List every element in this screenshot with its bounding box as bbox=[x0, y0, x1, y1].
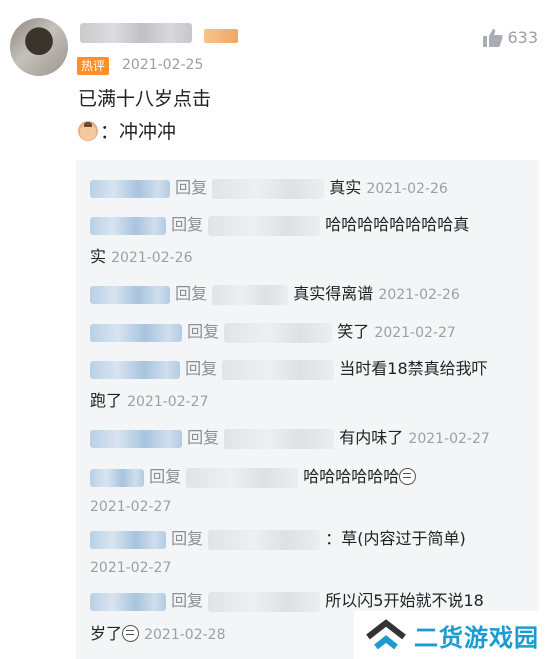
reply-item[interactable]: 回复 哈哈哈哈哈哈 bbox=[90, 467, 417, 488]
reply-item[interactable]: 回复 笑了 2021-02-27 bbox=[90, 322, 456, 343]
reply-date: 2021-02-27 bbox=[90, 560, 172, 576]
reply-date: 2021-02-26 bbox=[111, 250, 193, 266]
baby-face-emoji-icon bbox=[78, 121, 98, 141]
reply-user-blurred[interactable] bbox=[90, 323, 182, 342]
reply-date: 2021-02-26 bbox=[366, 181, 448, 197]
user-level-badge bbox=[204, 29, 238, 43]
reply-target-blurred[interactable] bbox=[208, 215, 321, 236]
reply-user-blurred[interactable] bbox=[90, 468, 144, 487]
reply-item[interactable]: 回复 有内味了 2021-02-27 bbox=[90, 428, 490, 449]
reply-item[interactable]: 回复 ：草(内容过于简单) bbox=[90, 529, 466, 550]
reply-word: 回复 bbox=[175, 178, 208, 197]
grin-emoji-icon bbox=[399, 468, 417, 485]
reply-target-blurred[interactable] bbox=[186, 467, 299, 488]
reply-item[interactable]: 回复 真实得离谱 2021-02-26 bbox=[90, 284, 460, 305]
reply-text: 真实 bbox=[329, 178, 362, 197]
reply-user-blurred[interactable] bbox=[90, 285, 170, 304]
reply-user-blurred[interactable] bbox=[90, 592, 166, 611]
comment-text-line-2-text: ：冲冲冲 bbox=[100, 121, 177, 143]
like-count: 633 bbox=[507, 28, 538, 47]
reply-text: 哈哈哈哈哈哈 bbox=[303, 467, 400, 486]
reply-user-blurred[interactable] bbox=[90, 179, 170, 198]
reply-text: 笑了 bbox=[337, 322, 370, 341]
reply-text: 当时看18禁真给我吓 bbox=[339, 359, 488, 378]
reply-target-blurred[interactable] bbox=[208, 529, 321, 550]
reply-item-continuation: 实 2021-02-26 bbox=[90, 247, 192, 268]
reply-text: 哈哈哈哈哈哈哈哈真 bbox=[325, 215, 470, 234]
reply-target-blurred[interactable] bbox=[224, 322, 333, 343]
comment-avatar[interactable] bbox=[10, 18, 68, 76]
reply-user-blurred[interactable] bbox=[90, 429, 182, 448]
watermark-text: 二货游戏园 bbox=[414, 623, 539, 652]
reply-word: 回复 bbox=[187, 322, 220, 341]
reply-text: 所以闪5开始就不说18 bbox=[325, 591, 484, 610]
reply-text-cont: 跑了 bbox=[90, 391, 123, 410]
reply-user-blurred[interactable] bbox=[90, 360, 180, 379]
comment-date: 2021-02-25 bbox=[122, 57, 204, 73]
reply-word: 回复 bbox=[187, 428, 220, 447]
reply-word: 回复 bbox=[171, 215, 204, 234]
reply-item-continuation: 跑了 2021-02-27 bbox=[90, 391, 208, 412]
reply-date: 2021-02-28 bbox=[144, 627, 226, 643]
reply-list: 回复 真实 2021-02-26 回复 哈哈哈哈哈哈哈哈真 实 2021-02-… bbox=[76, 160, 539, 659]
reply-user-blurred[interactable] bbox=[90, 216, 166, 235]
reply-item-continuation: 岁了 2021-02-28 bbox=[90, 624, 225, 645]
thumbs-up-icon bbox=[483, 28, 504, 47]
hot-comment-tag: 热评 bbox=[77, 57, 110, 75]
reply-target-blurred[interactable] bbox=[212, 284, 289, 305]
reply-item-continuation: 2021-02-27 bbox=[90, 496, 171, 517]
reply-text: 真实得离谱 bbox=[293, 284, 374, 303]
reply-item[interactable]: 回复 当时看18禁真给我吓 bbox=[90, 359, 488, 380]
username-blurred[interactable] bbox=[80, 23, 192, 43]
reply-target-blurred[interactable] bbox=[222, 359, 335, 380]
reply-word: 回复 bbox=[171, 591, 204, 610]
comment-text-line-1: 已满十八岁点击 bbox=[78, 88, 212, 110]
watermark: 二货游戏园 bbox=[354, 611, 554, 659]
reply-date: 2021-02-26 bbox=[378, 287, 460, 303]
reply-word: 回复 bbox=[171, 529, 204, 548]
double-chevron-logo-icon bbox=[366, 619, 406, 650]
reply-item[interactable]: 回复 所以闪5开始就不说18 bbox=[90, 591, 484, 612]
reply-text-cont: 实 bbox=[90, 247, 107, 266]
reply-date: 2021-02-27 bbox=[374, 325, 456, 341]
reply-item[interactable]: 回复 哈哈哈哈哈哈哈哈真 bbox=[90, 215, 469, 236]
reply-text: 有内味了 bbox=[339, 428, 404, 447]
reply-text: ：草(内容过于简单) bbox=[325, 529, 466, 548]
reply-target-blurred[interactable] bbox=[208, 591, 321, 612]
reply-item[interactable]: 回复 真实 2021-02-26 bbox=[90, 178, 448, 199]
reply-word: 回复 bbox=[149, 467, 182, 486]
reply-date: 2021-02-27 bbox=[90, 499, 172, 515]
reply-text-cont: 岁了 bbox=[90, 624, 123, 643]
reply-item-continuation: 2021-02-27 bbox=[90, 557, 171, 578]
reply-user-blurred[interactable] bbox=[90, 530, 166, 549]
laugh-emoji-icon bbox=[122, 625, 140, 642]
reply-date: 2021-02-27 bbox=[127, 394, 209, 410]
reply-word: 回复 bbox=[185, 359, 218, 378]
reply-target-blurred[interactable] bbox=[212, 178, 325, 199]
like-button[interactable]: 633 bbox=[483, 28, 538, 47]
reply-target-blurred[interactable] bbox=[224, 428, 335, 449]
reply-word: 回复 bbox=[175, 284, 208, 303]
reply-date: 2021-02-27 bbox=[408, 431, 490, 447]
comment-text-line-2: ：冲冲冲 bbox=[78, 120, 176, 144]
